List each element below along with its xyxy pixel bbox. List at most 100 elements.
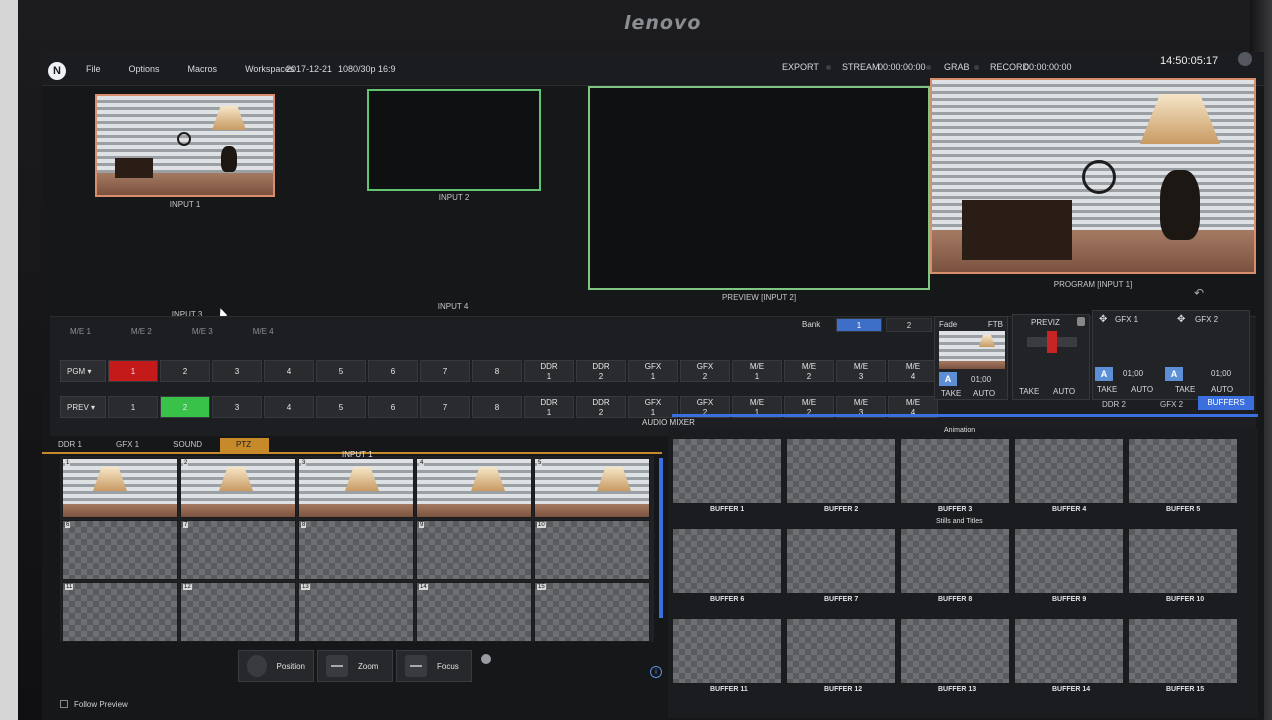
buffer-slot[interactable]: [672, 618, 782, 684]
tab-gfx2[interactable]: GFX 2: [1160, 400, 1183, 409]
gfx1-time[interactable]: 01;00: [1123, 369, 1143, 378]
pgm-button-gfx1[interactable]: GFX 1: [628, 360, 678, 382]
pgm-button-ddr1[interactable]: DDR 1: [524, 360, 574, 382]
previz-tbar-handle[interactable]: [1047, 331, 1057, 353]
prev-button-3[interactable]: 3: [212, 396, 262, 418]
pgm-button-3[interactable]: 3: [212, 360, 262, 382]
settings-gear-icon[interactable]: [1238, 52, 1252, 66]
pgm-button-me2[interactable]: M/E 2: [784, 360, 834, 382]
program-monitor[interactable]: [930, 78, 1256, 274]
ptz-zoom-button[interactable]: Zoom: [317, 650, 393, 682]
audio-mixer-label[interactable]: AUDIO MIXER: [642, 418, 695, 427]
gfx1-auto-button[interactable]: AUTO: [1131, 385, 1153, 394]
buffer-slot[interactable]: [900, 618, 1010, 684]
ptz-preset-6[interactable]: 6: [62, 520, 178, 580]
tab-gfx1[interactable]: GFX 1: [100, 438, 157, 452]
tab-me2[interactable]: M/E 2: [131, 327, 152, 336]
pgm-button-me4[interactable]: M/E 4: [888, 360, 938, 382]
prev-button-5[interactable]: 5: [316, 396, 366, 418]
buffer-slot[interactable]: [1014, 528, 1124, 594]
gfx2-take-button[interactable]: TAKE: [1175, 385, 1195, 394]
tab-buffers[interactable]: BUFFERS: [1198, 396, 1254, 410]
previz-take-button[interactable]: TAKE: [1019, 387, 1039, 396]
preview-monitor[interactable]: [588, 86, 930, 290]
buffer-slot[interactable]: [900, 438, 1010, 504]
tab-sound[interactable]: SOUND: [157, 438, 220, 452]
ptz-preset-12[interactable]: 12: [180, 582, 296, 642]
undo-icon[interactable]: ↶: [1194, 286, 1204, 300]
prev-button-ddr1[interactable]: DDR 1: [524, 396, 574, 418]
ptz-preset-8[interactable]: 8: [298, 520, 414, 580]
pgm-button-1[interactable]: 1: [108, 360, 158, 382]
pgm-button-4[interactable]: 4: [264, 360, 314, 382]
buffer-slot[interactable]: [900, 528, 1010, 594]
gfx1-move-icon[interactable]: ✥: [1099, 314, 1107, 325]
prev-button-gfx1[interactable]: GFX 1: [628, 396, 678, 418]
pgm-button-8[interactable]: 8: [472, 360, 522, 382]
ptz-preset-2[interactable]: 2: [180, 458, 296, 518]
prev-button-ddr2[interactable]: DDR 2: [576, 396, 626, 418]
buffer-slot[interactable]: [1014, 618, 1124, 684]
tab-ptz[interactable]: PTZ: [220, 438, 270, 452]
ptz-preset-1[interactable]: 1: [62, 458, 178, 518]
tab-ddr1[interactable]: DDR 1: [42, 438, 100, 452]
gfx2-a-button[interactable]: A: [1165, 367, 1183, 381]
ptz-preset-15[interactable]: 15: [534, 582, 650, 642]
pgm-button-2[interactable]: 2: [160, 360, 210, 382]
ptz-preset-3[interactable]: 3: [298, 458, 414, 518]
prev-button-6[interactable]: 6: [368, 396, 418, 418]
menu-file[interactable]: File: [86, 64, 101, 74]
lock-icon[interactable]: [1077, 317, 1085, 326]
buffer-slot[interactable]: [786, 618, 896, 684]
buffer-slot[interactable]: [1128, 528, 1238, 594]
transition-a-button[interactable]: A: [939, 372, 957, 386]
gfx2-time[interactable]: 01;00: [1211, 369, 1231, 378]
ptz-preset-14[interactable]: 14: [416, 582, 532, 642]
buffer-slot[interactable]: [786, 528, 896, 594]
prev-button-7[interactable]: 7: [420, 396, 470, 418]
info-icon[interactable]: i: [650, 666, 662, 678]
ptz-preset-4[interactable]: 4: [416, 458, 532, 518]
add-preset-icon[interactable]: [481, 654, 491, 664]
ptz-preset-7[interactable]: 7: [180, 520, 296, 580]
gfx2-move-icon[interactable]: ✥: [1177, 314, 1185, 325]
buffer-slot[interactable]: [786, 438, 896, 504]
pgm-button-5[interactable]: 5: [316, 360, 366, 382]
bank-1-button[interactable]: 1: [836, 318, 882, 332]
tab-me3[interactable]: M/E 3: [192, 327, 213, 336]
ptz-preset-5[interactable]: 5: [534, 458, 650, 518]
ptz-position-button[interactable]: Position: [238, 650, 314, 682]
prev-button-1[interactable]: 1: [108, 396, 158, 418]
buffer-slot[interactable]: [1128, 618, 1238, 684]
menu-options[interactable]: Options: [129, 64, 160, 74]
ptz-preset-13[interactable]: 13: [298, 582, 414, 642]
tab-me1[interactable]: M/E 1: [70, 327, 91, 336]
pgm-button-ddr2[interactable]: DDR 2: [576, 360, 626, 382]
pgm-button-gfx2[interactable]: GFX 2: [680, 360, 730, 382]
ptz-focus-button[interactable]: Focus: [396, 650, 472, 682]
ptz-scrollbar[interactable]: [659, 458, 663, 618]
pgm-button-me3[interactable]: M/E 3: [836, 360, 886, 382]
buffer-slot[interactable]: [672, 438, 782, 504]
stream-button[interactable]: STREAM: [842, 62, 880, 72]
ptz-preset-10[interactable]: 10: [534, 520, 650, 580]
buffer-slot[interactable]: [1128, 438, 1238, 504]
prev-button-4[interactable]: 4: [264, 396, 314, 418]
prev-button-8[interactable]: 8: [472, 396, 522, 418]
prev-button-2[interactable]: 2: [160, 396, 210, 418]
transition-fade-label[interactable]: Fade: [939, 320, 957, 329]
buffer-slot[interactable]: [672, 528, 782, 594]
menu-macros[interactable]: Macros: [188, 64, 218, 74]
input2-monitor[interactable]: [367, 89, 541, 191]
app-logo-icon[interactable]: N: [48, 62, 66, 80]
transition-take-button[interactable]: TAKE: [941, 389, 961, 398]
ptz-preset-11[interactable]: 11: [62, 582, 178, 642]
export-button[interactable]: EXPORT: [782, 62, 819, 72]
input1-monitor[interactable]: [95, 94, 275, 197]
grab-button[interactable]: GRAB: [944, 62, 970, 72]
pgm-bus-label[interactable]: PGM ▾: [60, 360, 106, 382]
pgm-button-me1[interactable]: M/E 1: [732, 360, 782, 382]
prev-bus-label[interactable]: PREV ▾: [60, 396, 106, 418]
tab-me4[interactable]: M/E 4: [253, 327, 274, 336]
ptz-preset-9[interactable]: 9: [416, 520, 532, 580]
